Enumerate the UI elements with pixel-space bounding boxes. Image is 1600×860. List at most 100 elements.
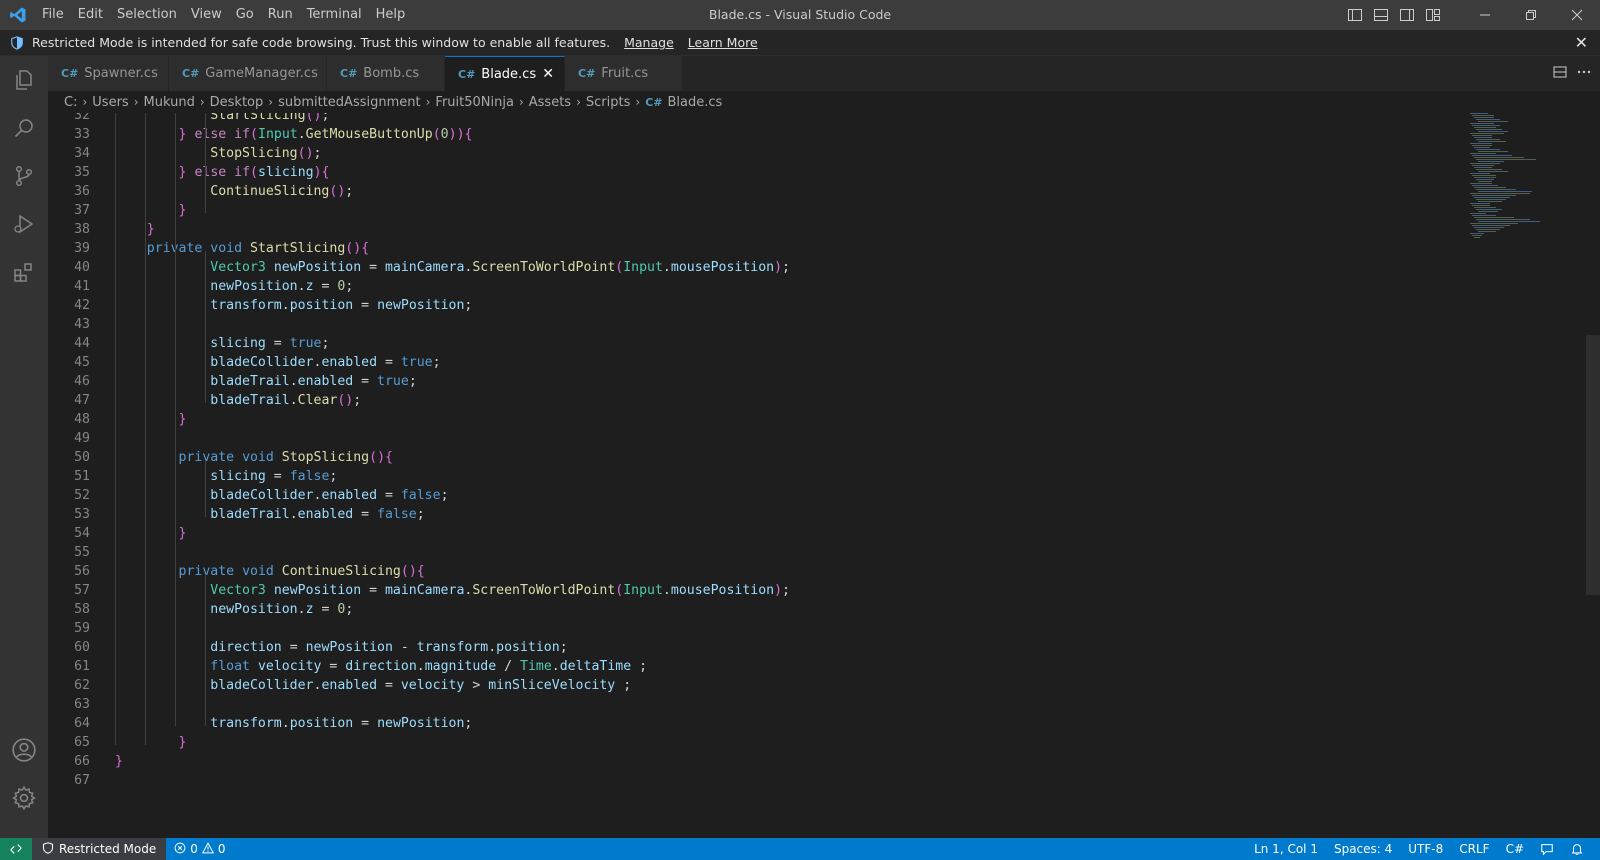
menu-help[interactable]: Help <box>369 0 413 30</box>
code-line[interactable]: 63 <box>48 695 790 714</box>
language-mode[interactable]: C# <box>1498 842 1532 856</box>
code-lines[interactable]: 32 StartSlicing(); 33 } else if(Input.Get… <box>48 113 790 790</box>
tab-label: GameManager.cs <box>205 66 318 81</box>
minimap-line <box>1476 219 1530 220</box>
code-line[interactable]: 60 direction = newPosition - transform.p… <box>48 638 790 657</box>
tab-bomb[interactable]: C# Bomb.cs <box>327 56 445 91</box>
minimap[interactable] <box>1468 113 1558 243</box>
code-line[interactable]: 43 <box>48 315 790 334</box>
code-line[interactable]: 39 private void StartSlicing(){ <box>48 239 790 258</box>
explorer-icon[interactable] <box>0 56 48 104</box>
toggle-panel-icon[interactable] <box>1368 0 1394 30</box>
tab-spawner[interactable]: C# Spawner.cs <box>48 56 169 91</box>
tab-fruit[interactable]: C# Fruit.cs <box>565 56 683 91</box>
activity-bar <box>0 56 48 838</box>
split-editor-icon[interactable] <box>1552 64 1568 84</box>
customize-layout-icon[interactable] <box>1420 0 1446 30</box>
breadcrumb-item[interactable]: Mukund › <box>144 95 210 110</box>
code-line[interactable]: 58 newPosition.z = 0; <box>48 600 790 619</box>
feedback-icon[interactable] <box>1532 842 1562 856</box>
code-line[interactable]: 34 StopSlicing(); <box>48 144 790 163</box>
code-line[interactable]: 48 } <box>48 410 790 429</box>
code-line[interactable]: 62 bladeCollider.enabled = velocity > mi… <box>48 676 790 695</box>
source-control-icon[interactable] <box>0 152 48 200</box>
code-line[interactable]: 41 newPosition.z = 0; <box>48 277 790 296</box>
code-line[interactable]: 37 } <box>48 201 790 220</box>
code-line[interactable]: 38 } <box>48 220 790 239</box>
extensions-icon[interactable] <box>0 248 48 296</box>
menu-file[interactable]: File <box>35 0 71 30</box>
code-line[interactable]: 40 Vector3 newPosition = mainCamera.Scre… <box>48 258 790 277</box>
code-editor[interactable]: 32 StartSlicing(); 33 } else if(Input.Get… <box>48 113 1600 838</box>
menu-go[interactable]: Go <box>229 0 261 30</box>
code-line[interactable]: 33 } else if(Input.GetMouseButtonUp(0)){ <box>48 125 790 144</box>
end-of-line[interactable]: CRLF <box>1451 842 1497 856</box>
tab-blade[interactable]: C# Blade.cs ✕ <box>445 56 565 91</box>
run-debug-icon[interactable] <box>0 200 48 248</box>
problems-status[interactable]: 0 0 <box>166 841 233 857</box>
code-line[interactable]: 53 bladeTrail.enabled = false; <box>48 505 790 524</box>
breadcrumb-item[interactable]: Fruit50Ninja › <box>435 95 528 110</box>
banner-learn-more-link[interactable]: Learn More <box>688 35 758 50</box>
restore-icon[interactable] <box>1508 0 1554 30</box>
menu-edit[interactable]: Edit <box>71 0 110 30</box>
toggle-primary-sidebar-icon[interactable] <box>1342 0 1368 30</box>
code-line[interactable]: 66} <box>48 752 790 771</box>
tab-gamemanager[interactable]: C# GameManager.cs <box>169 56 327 91</box>
more-actions-icon[interactable] <box>1576 64 1592 84</box>
code-line[interactable]: 56 private void ContinueSlicing(){ <box>48 562 790 581</box>
toggle-secondary-sidebar-icon[interactable] <box>1394 0 1420 30</box>
banner-manage-link[interactable]: Manage <box>624 35 674 50</box>
code-line[interactable]: 55 <box>48 543 790 562</box>
code-line[interactable]: 32 StartSlicing(); <box>48 113 790 125</box>
breadcrumb-item[interactable]: submittedAssignment › <box>278 95 435 110</box>
code-line[interactable]: 52 bladeCollider.enabled = false; <box>48 486 790 505</box>
code-line[interactable]: 44 slicing = true; <box>48 334 790 353</box>
editor-tabs: C# Spawner.cs C# GameManager.cs C# Bomb.… <box>48 56 1600 91</box>
code-line[interactable]: 36 ContinueSlicing(); <box>48 182 790 201</box>
minimize-icon[interactable] <box>1462 0 1508 30</box>
minimap-line <box>1476 209 1502 210</box>
code-line[interactable]: 57 Vector3 newPosition = mainCamera.Scre… <box>48 581 790 600</box>
notifications-bell-icon[interactable] <box>1562 842 1592 856</box>
banner-close-icon[interactable]: ✕ <box>1575 33 1588 52</box>
tab-close-icon[interactable]: ✕ <box>542 66 554 82</box>
code-line[interactable]: 35 } else if(slicing){ <box>48 163 790 182</box>
code-line[interactable]: 64 transform.position = newPosition; <box>48 714 790 733</box>
encoding[interactable]: UTF-8 <box>1400 842 1451 856</box>
restricted-mode-status[interactable]: Restricted Mode <box>32 838 167 860</box>
menu-terminal[interactable]: Terminal <box>300 0 369 30</box>
code-line[interactable]: 54 } <box>48 524 790 543</box>
breadcrumb-file[interactable]: C# Blade.cs <box>645 95 722 110</box>
menu-selection[interactable]: Selection <box>110 0 184 30</box>
menu-run[interactable]: Run <box>261 0 300 30</box>
code-line[interactable]: 67 <box>48 771 790 790</box>
indentation[interactable]: Spaces: 4 <box>1326 842 1400 856</box>
search-icon[interactable] <box>0 104 48 152</box>
remote-indicator-icon[interactable] <box>0 838 32 860</box>
accounts-icon[interactable] <box>0 726 48 774</box>
code-line[interactable]: 61 float velocity = direction.magnitude … <box>48 657 790 676</box>
code-line[interactable]: 51 slicing = false; <box>48 467 790 486</box>
menu-view[interactable]: View <box>184 0 229 30</box>
close-window-icon[interactable] <box>1554 0 1600 30</box>
breadcrumb-item[interactable]: C: › <box>64 95 92 110</box>
breadcrumb-item[interactable]: Desktop › <box>210 95 278 110</box>
code-line[interactable]: 59 <box>48 619 790 638</box>
vertical-scrollbar[interactable] <box>1586 335 1600 595</box>
code-line[interactable]: 45 bladeCollider.enabled = true; <box>48 353 790 372</box>
breadcrumb-item[interactable]: Assets › <box>529 95 586 110</box>
code-line[interactable]: 65 } <box>48 733 790 752</box>
code-line[interactable]: 46 bladeTrail.enabled = true; <box>48 372 790 391</box>
code-line[interactable]: 47 bladeTrail.Clear(); <box>48 391 790 410</box>
settings-gear-icon[interactable] <box>0 774 48 822</box>
breadcrumb-item[interactable]: Users › <box>92 95 143 110</box>
cursor-position[interactable]: Ln 1, Col 1 <box>1246 842 1326 856</box>
code-text: slicing = false; <box>210 469 338 484</box>
code-line[interactable]: 42 transform.position = newPosition; <box>48 296 790 315</box>
minimap-line <box>1470 133 1504 134</box>
breadcrumb-item[interactable]: Scripts › <box>586 95 645 110</box>
minimap-line <box>1478 151 1508 152</box>
code-line[interactable]: 49 <box>48 429 790 448</box>
code-line[interactable]: 50 private void StopSlicing(){ <box>48 448 790 467</box>
